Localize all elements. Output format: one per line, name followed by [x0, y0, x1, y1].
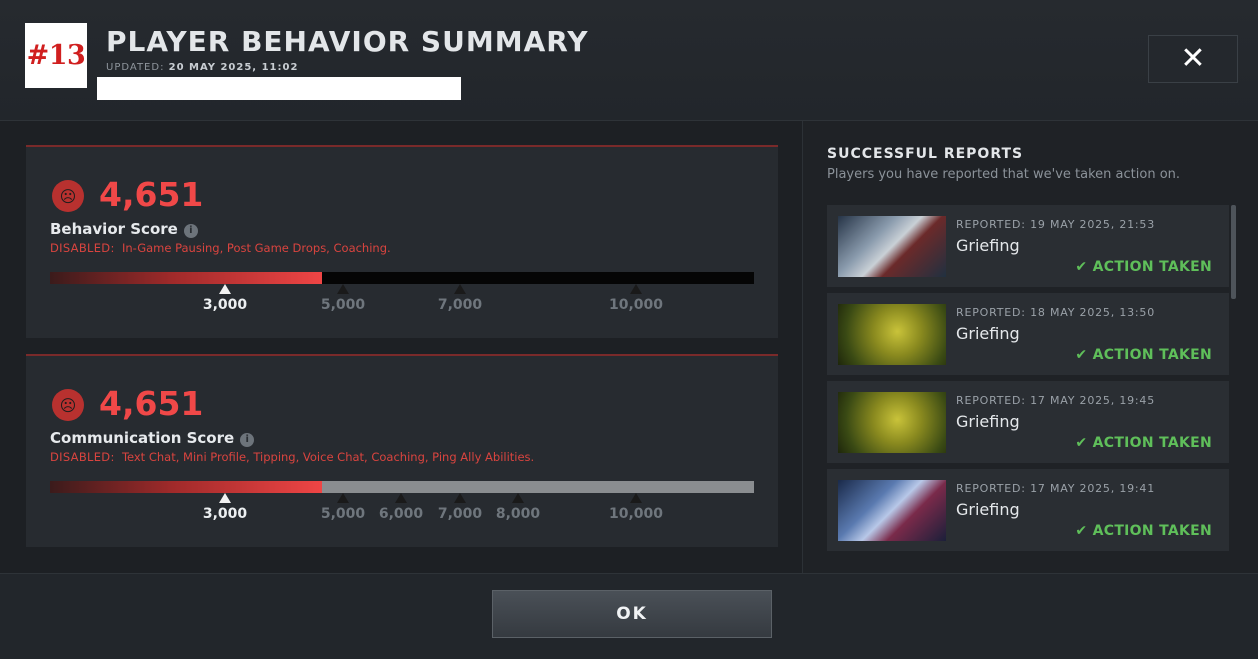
- ok-button-label: OK: [616, 604, 648, 624]
- tick-marker: [337, 493, 349, 503]
- tick-marker: [630, 493, 642, 503]
- behavior-score-label: Behavior Score i: [50, 220, 198, 238]
- dialog-header: [0, 0, 1258, 121]
- behavior-score-bar: [50, 272, 754, 284]
- current-marker: [219, 284, 231, 294]
- communication-score-label: Communication Score i: [50, 429, 255, 447]
- info-icon[interactable]: i: [183, 224, 198, 238]
- hero-portrait: [838, 216, 946, 277]
- checkmark-icon: ✔: [1075, 259, 1088, 275]
- behavior-disabled-text: DISABLED: In-Game Pausing, Post Game Dro…: [50, 241, 391, 255]
- report-item[interactable]: REPORTED: 18 MAY 2025, 13:50 Griefing ✔ …: [827, 293, 1229, 375]
- disabled-list: In-Game Pausing, Post Game Drops, Coachi…: [121, 241, 391, 255]
- communication-score-bar-fill: [50, 481, 322, 493]
- behavior-score-label-text: Behavior Score: [50, 220, 178, 238]
- checkmark-icon: ✔: [1075, 435, 1088, 451]
- disabled-list: Text Chat, Mini Profile, Tipping, Voice …: [121, 450, 535, 464]
- current-marker: [219, 493, 231, 503]
- communication-score-bar: [50, 481, 754, 493]
- behavior-score-card: ☹ 4,651 Behavior Score i DISABLED: In-Gam…: [26, 145, 778, 338]
- info-icon[interactable]: i: [240, 433, 255, 447]
- tick-label: 5,000: [320, 506, 366, 522]
- tick-marker: [630, 284, 642, 294]
- report-reason: Griefing: [956, 236, 1020, 255]
- rank-badge: #13: [25, 23, 87, 88]
- dialog-title: PLAYER BEHAVIOR SUMMARY: [106, 25, 589, 58]
- close-button[interactable]: ✕: [1148, 35, 1238, 83]
- status-text: ACTION TAKEN: [1092, 523, 1212, 539]
- rank-badge-text: #13: [26, 40, 86, 71]
- tick-label: 10,000: [608, 297, 664, 313]
- tick-label: 8,000: [495, 506, 541, 522]
- report-reason: Griefing: [956, 500, 1020, 519]
- tick-label: 5,000: [320, 297, 366, 313]
- disabled-prefix: DISABLED:: [50, 241, 115, 255]
- angry-face-icon: ☹: [52, 180, 84, 212]
- current-marker-label: 3,000: [202, 506, 248, 522]
- hero-portrait: [838, 304, 946, 365]
- angry-face-icon: ☹: [52, 389, 84, 421]
- tick-marker: [454, 493, 466, 503]
- tick-marker: [512, 493, 524, 503]
- updated-label: UPDATED:: [106, 62, 165, 73]
- report-reason: Griefing: [956, 324, 1020, 343]
- hero-portrait: [838, 480, 946, 541]
- reports-title: SUCCESSFUL REPORTS: [827, 146, 1024, 162]
- report-item[interactable]: REPORTED: 17 MAY 2025, 19:45 Griefing ✔ …: [827, 381, 1229, 463]
- updated-timestamp: UPDATED: 20 MAY 2025, 11:02: [106, 62, 298, 73]
- tick-marker: [454, 284, 466, 294]
- reports-scrollbar[interactable]: [1231, 205, 1236, 299]
- reports-subtitle: Players you have reported that we've tak…: [827, 167, 1181, 182]
- report-reason: Griefing: [956, 412, 1020, 431]
- tick-marker: [337, 284, 349, 294]
- checkmark-icon: ✔: [1075, 523, 1088, 539]
- tick-label: 7,000: [437, 297, 483, 313]
- close-icon: ✕: [1180, 41, 1206, 76]
- report-date: REPORTED: 17 MAY 2025, 19:41: [956, 482, 1156, 495]
- communication-score-value: 4,651: [99, 384, 204, 423]
- communication-score-card: ☹ 4,651 Communication Score i DISABLED: T…: [26, 354, 778, 547]
- hero-portrait: [838, 392, 946, 453]
- report-date: REPORTED: 18 MAY 2025, 13:50: [956, 306, 1156, 319]
- status-text: ACTION TAKEN: [1092, 435, 1212, 451]
- behavior-score-bar-fill: [50, 272, 322, 284]
- behavior-score-value: 4,651: [99, 175, 204, 214]
- action-taken-status: ✔ ACTION TAKEN: [1075, 435, 1212, 451]
- updated-value: 20 MAY 2025, 11:02: [168, 62, 299, 73]
- status-text: ACTION TAKEN: [1092, 259, 1212, 275]
- redacted-player-name: [97, 77, 461, 100]
- action-taken-status: ✔ ACTION TAKEN: [1075, 347, 1212, 363]
- action-taken-status: ✔ ACTION TAKEN: [1075, 259, 1212, 275]
- communication-score-label-text: Communication Score: [50, 429, 235, 447]
- report-item[interactable]: REPORTED: 19 MAY 2025, 21:53 Griefing ✔ …: [827, 205, 1229, 287]
- status-text: ACTION TAKEN: [1092, 347, 1212, 363]
- current-marker-label: 3,000: [202, 297, 248, 313]
- tick-label: 6,000: [378, 506, 424, 522]
- ok-button[interactable]: OK: [492, 590, 772, 638]
- report-item[interactable]: REPORTED: 17 MAY 2025, 19:41 Griefing ✔ …: [827, 469, 1229, 551]
- report-date: REPORTED: 19 MAY 2025, 21:53: [956, 218, 1156, 231]
- action-taken-status: ✔ ACTION TAKEN: [1075, 523, 1212, 539]
- tick-marker: [395, 493, 407, 503]
- tick-label: 7,000: [437, 506, 483, 522]
- tick-label: 10,000: [608, 506, 664, 522]
- disabled-prefix: DISABLED:: [50, 450, 115, 464]
- communication-disabled-text: DISABLED: Text Chat, Mini Profile, Tippi…: [50, 450, 534, 464]
- report-date: REPORTED: 17 MAY 2025, 19:45: [956, 394, 1156, 407]
- checkmark-icon: ✔: [1075, 347, 1088, 363]
